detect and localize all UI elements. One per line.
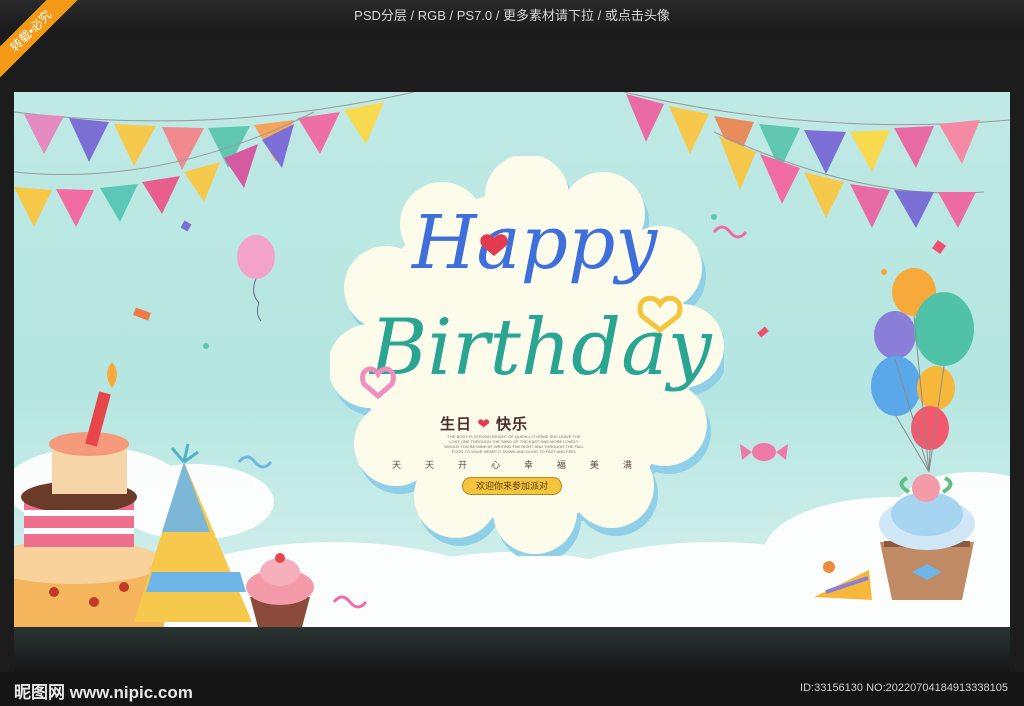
char-row: 天 天 开 心 幸 福 美 满: [392, 458, 632, 471]
subtitle-heart-icon: ❤: [477, 416, 491, 433]
top-info-bar: PSD分层 / RGB / PS7.0 / 更多素材请下拉 / 或点击头像: [0, 0, 1024, 34]
char-item: 幸: [523, 460, 533, 470]
char-item: 美: [589, 460, 599, 470]
pink-balloon-small: [237, 235, 275, 322]
birthday-poster: Happy Birthday 生日 ❤ 快乐 THE BODY IS STRON…: [14, 92, 1010, 627]
char-item: 开: [457, 460, 467, 470]
balloon-bunch: [871, 268, 974, 473]
scalloped-frame: Happy Birthday: [330, 156, 724, 556]
char-item: 满: [622, 460, 632, 470]
char-item: 天: [392, 460, 402, 470]
fine-print-line: FOOD TO YOUR HEART IT DOWN AND GOOD TO F…: [451, 449, 577, 454]
poster-reflection: [14, 627, 1010, 672]
subtitle-part2: 快乐: [495, 416, 528, 433]
fine-print-block: THE BODY IS STRONG BRIGHT OF QUEHLL IT H…: [414, 434, 614, 454]
site-logo[interactable]: 昵图网 www.nipic.com: [14, 678, 193, 703]
top-info-text: PSD分层 / RGB / PS7.0 / 更多素材请下拉 / 或点击头像: [354, 8, 670, 23]
subtitle-chinese: 生日 ❤ 快乐: [440, 413, 528, 434]
candy: [740, 443, 788, 461]
invite-badge: 欢迎你来参加派对: [462, 477, 562, 495]
image-id-text: ID:33156130 NO:20220704184913338105: [800, 682, 1008, 694]
char-item: 天: [424, 460, 434, 470]
headline-birthday: Birthday: [368, 303, 713, 393]
char-item: 福: [556, 460, 566, 470]
headline-happy: Happy: [410, 200, 658, 286]
subtitle-part1: 生日: [440, 416, 473, 433]
char-item: 心: [490, 460, 500, 470]
